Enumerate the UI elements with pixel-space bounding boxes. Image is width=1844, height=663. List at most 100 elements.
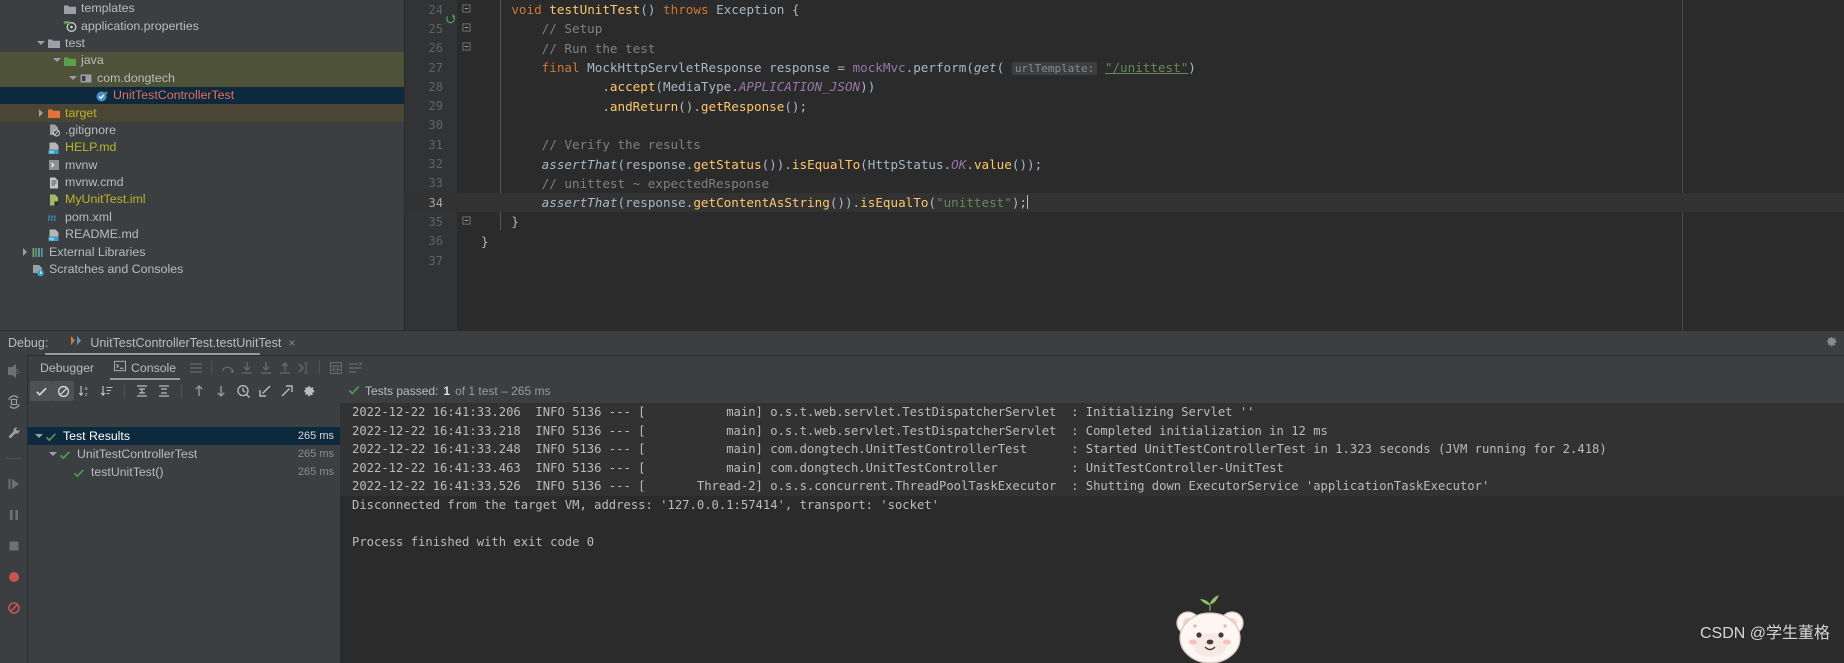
previous-failed-test-icon[interactable] bbox=[188, 381, 210, 401]
chevron-right-icon[interactable] bbox=[36, 108, 47, 119]
layout-lines-icon[interactable] bbox=[186, 358, 205, 377]
tree-item-label: application.properties bbox=[81, 18, 199, 33]
collapse-all-icon[interactable] bbox=[153, 381, 175, 401]
run-configuration-tab[interactable]: UnitTestControllerTest.testUnitTest × bbox=[70, 331, 295, 355]
tree-item-external-libraries[interactable]: External Libraries bbox=[0, 243, 404, 260]
pause-program-icon[interactable] bbox=[0, 499, 27, 530]
project-tree-panel[interactable]: templates application.properties test java c… bbox=[0, 0, 405, 331]
evaluate-expression-icon[interactable] bbox=[326, 358, 345, 377]
fold-marker-icon[interactable] bbox=[457, 4, 475, 16]
force-step-into-icon[interactable] bbox=[256, 358, 275, 377]
tree-item-help-md[interactable]: MD HELP.md bbox=[0, 139, 404, 156]
test-settings-gear-icon[interactable] bbox=[298, 381, 320, 401]
tree-item-label: External Libraries bbox=[49, 244, 146, 259]
tree-item-test[interactable]: test bbox=[0, 35, 404, 52]
code-line[interactable]: 24 void testUnitTest() throws Exception … bbox=[405, 0, 1844, 23]
chevron-right-icon[interactable] bbox=[20, 247, 31, 258]
mute-breakpoints-icon[interactable]: 9 bbox=[0, 355, 27, 386]
tree-item-java[interactable]: java bbox=[0, 52, 404, 70]
test-row[interactable]: Test Results 265 ms bbox=[28, 427, 340, 445]
tree-item-target[interactable]: target bbox=[0, 104, 404, 122]
tree-item-application-properties[interactable]: application.properties bbox=[0, 17, 404, 34]
code-line[interactable]: 25 // Setup bbox=[405, 19, 1844, 38]
code-line[interactable]: 28 .accept(MediaType.APPLICATION_JSON)) bbox=[405, 77, 1844, 96]
iml-icon bbox=[47, 193, 61, 207]
tree-item-unittestcontrollertest[interactable]: UnitTestControllerTest bbox=[0, 86, 404, 105]
test-results-tree[interactable]: Test Results 265 ms UnitTestControllerTest… bbox=[28, 427, 340, 663]
tab-console[interactable]: Console bbox=[104, 356, 186, 380]
code-line[interactable]: 36} bbox=[405, 232, 1844, 251]
tree-item-com-dongtech[interactable]: com.dongtech bbox=[0, 69, 404, 87]
tree-item-gitignore[interactable]: .gitignore bbox=[0, 122, 404, 139]
folder-green-icon bbox=[63, 54, 77, 68]
code-line[interactable]: 35 } bbox=[405, 212, 1844, 231]
tree-item-templates[interactable]: templates bbox=[0, 0, 404, 17]
tree-item-label: HELP.md bbox=[65, 140, 117, 155]
step-over-icon[interactable] bbox=[218, 358, 237, 377]
code-line[interactable]: 31 // Verify the results bbox=[405, 135, 1844, 154]
folder-grey-icon bbox=[63, 2, 77, 16]
code-editor[interactable]: 24 void testUnitTest() throws Exception … bbox=[405, 0, 1844, 331]
code-line[interactable]: 32 assertThat(response.getStatus()).isEq… bbox=[405, 154, 1844, 173]
resume-program-icon[interactable] bbox=[0, 468, 27, 499]
code-lines[interactable]: 24 void testUnitTest() throws Exception … bbox=[405, 0, 1844, 331]
restore-layout-icon[interactable] bbox=[0, 386, 27, 417]
tree-item-mvnw[interactable]: mvnw bbox=[0, 157, 404, 174]
gitignore-icon bbox=[47, 123, 61, 137]
status-check-icon bbox=[348, 384, 360, 399]
chevron-down-icon[interactable] bbox=[48, 449, 59, 460]
line-number: 37 bbox=[428, 253, 443, 268]
code-line[interactable]: 29 .andReturn().getResponse(); bbox=[405, 96, 1844, 115]
step-into-icon[interactable] bbox=[237, 358, 256, 377]
code-line[interactable]: 37 bbox=[405, 251, 1844, 270]
view-breakpoints-icon[interactable] bbox=[0, 561, 27, 592]
tree-item-myunittest-iml[interactable]: MyUnitTest.iml bbox=[0, 191, 404, 208]
code-line[interactable]: 27 final MockHttpServletResponse respons… bbox=[405, 58, 1844, 77]
close-icon[interactable]: × bbox=[288, 336, 295, 350]
test-row[interactable]: UnitTestControllerTest 265 ms bbox=[28, 445, 340, 463]
stop-program-icon[interactable] bbox=[0, 530, 27, 561]
console-output[interactable]: 2022-12-22 16:41:33.206 INFO 5136 --- [ … bbox=[340, 403, 1844, 663]
show-ignored-toggle[interactable] bbox=[52, 381, 74, 401]
code-line[interactable]: 33 // unittest ~ expectedResponse bbox=[405, 174, 1844, 193]
run-to-cursor-icon[interactable] bbox=[294, 358, 313, 377]
chevron-down-icon[interactable] bbox=[52, 55, 63, 66]
tree-item-mvnw-cmd[interactable]: mvnw.cmd bbox=[0, 174, 404, 191]
tests-passed-label: Tests passed: bbox=[365, 384, 439, 398]
fold-marker-icon[interactable] bbox=[457, 216, 475, 228]
import-tests-icon[interactable] bbox=[254, 381, 276, 401]
step-out-icon[interactable] bbox=[275, 358, 294, 377]
expand-all-icon[interactable] bbox=[131, 381, 153, 401]
chevron-down-icon[interactable] bbox=[36, 38, 47, 49]
next-failed-test-icon[interactable] bbox=[210, 381, 232, 401]
line-number: 24 bbox=[428, 2, 443, 17]
settings-lines-icon[interactable] bbox=[345, 358, 364, 377]
fold-marker-icon[interactable] bbox=[457, 23, 475, 35]
test-history-icon[interactable] bbox=[232, 381, 254, 401]
settings-wrench-icon[interactable] bbox=[0, 417, 27, 448]
show-passed-toggle[interactable] bbox=[30, 381, 52, 401]
svg-text:MD: MD bbox=[49, 151, 54, 155]
tree-item-pom-xml[interactable]: m pom.xml bbox=[0, 209, 404, 226]
code-line[interactable]: 26 // Run the test bbox=[405, 39, 1844, 58]
console-line: Process finished with exit code 0 bbox=[352, 535, 595, 550]
tab-debugger[interactable]: Debugger bbox=[30, 356, 104, 380]
export-tests-icon[interactable] bbox=[276, 381, 298, 401]
chevron-down-icon[interactable] bbox=[68, 73, 79, 84]
chevron-down-icon[interactable] bbox=[34, 431, 45, 442]
gear-icon[interactable] bbox=[1825, 335, 1838, 353]
sort-by-duration-icon[interactable] bbox=[96, 381, 118, 401]
code-line[interactable]: 34 assertThat(response.getContentAsStrin… bbox=[405, 192, 1844, 213]
sort-alphabetically-icon[interactable]: az bbox=[74, 381, 96, 401]
mute-all-breakpoints-icon[interactable] bbox=[0, 592, 27, 623]
test-row[interactable]: testUnitTest() 265 ms bbox=[28, 463, 340, 481]
tree-item-scratches-and-consoles[interactable]: Scratches and Consoles bbox=[0, 261, 404, 278]
fold-marker-icon[interactable] bbox=[457, 42, 475, 54]
tree-item-readme-md[interactable]: MD README.md bbox=[0, 226, 404, 243]
debug-subtabs-bar: Debugger Console bbox=[0, 355, 1844, 380]
code-line[interactable]: 30 bbox=[405, 116, 1844, 135]
code-text: } bbox=[481, 233, 489, 249]
